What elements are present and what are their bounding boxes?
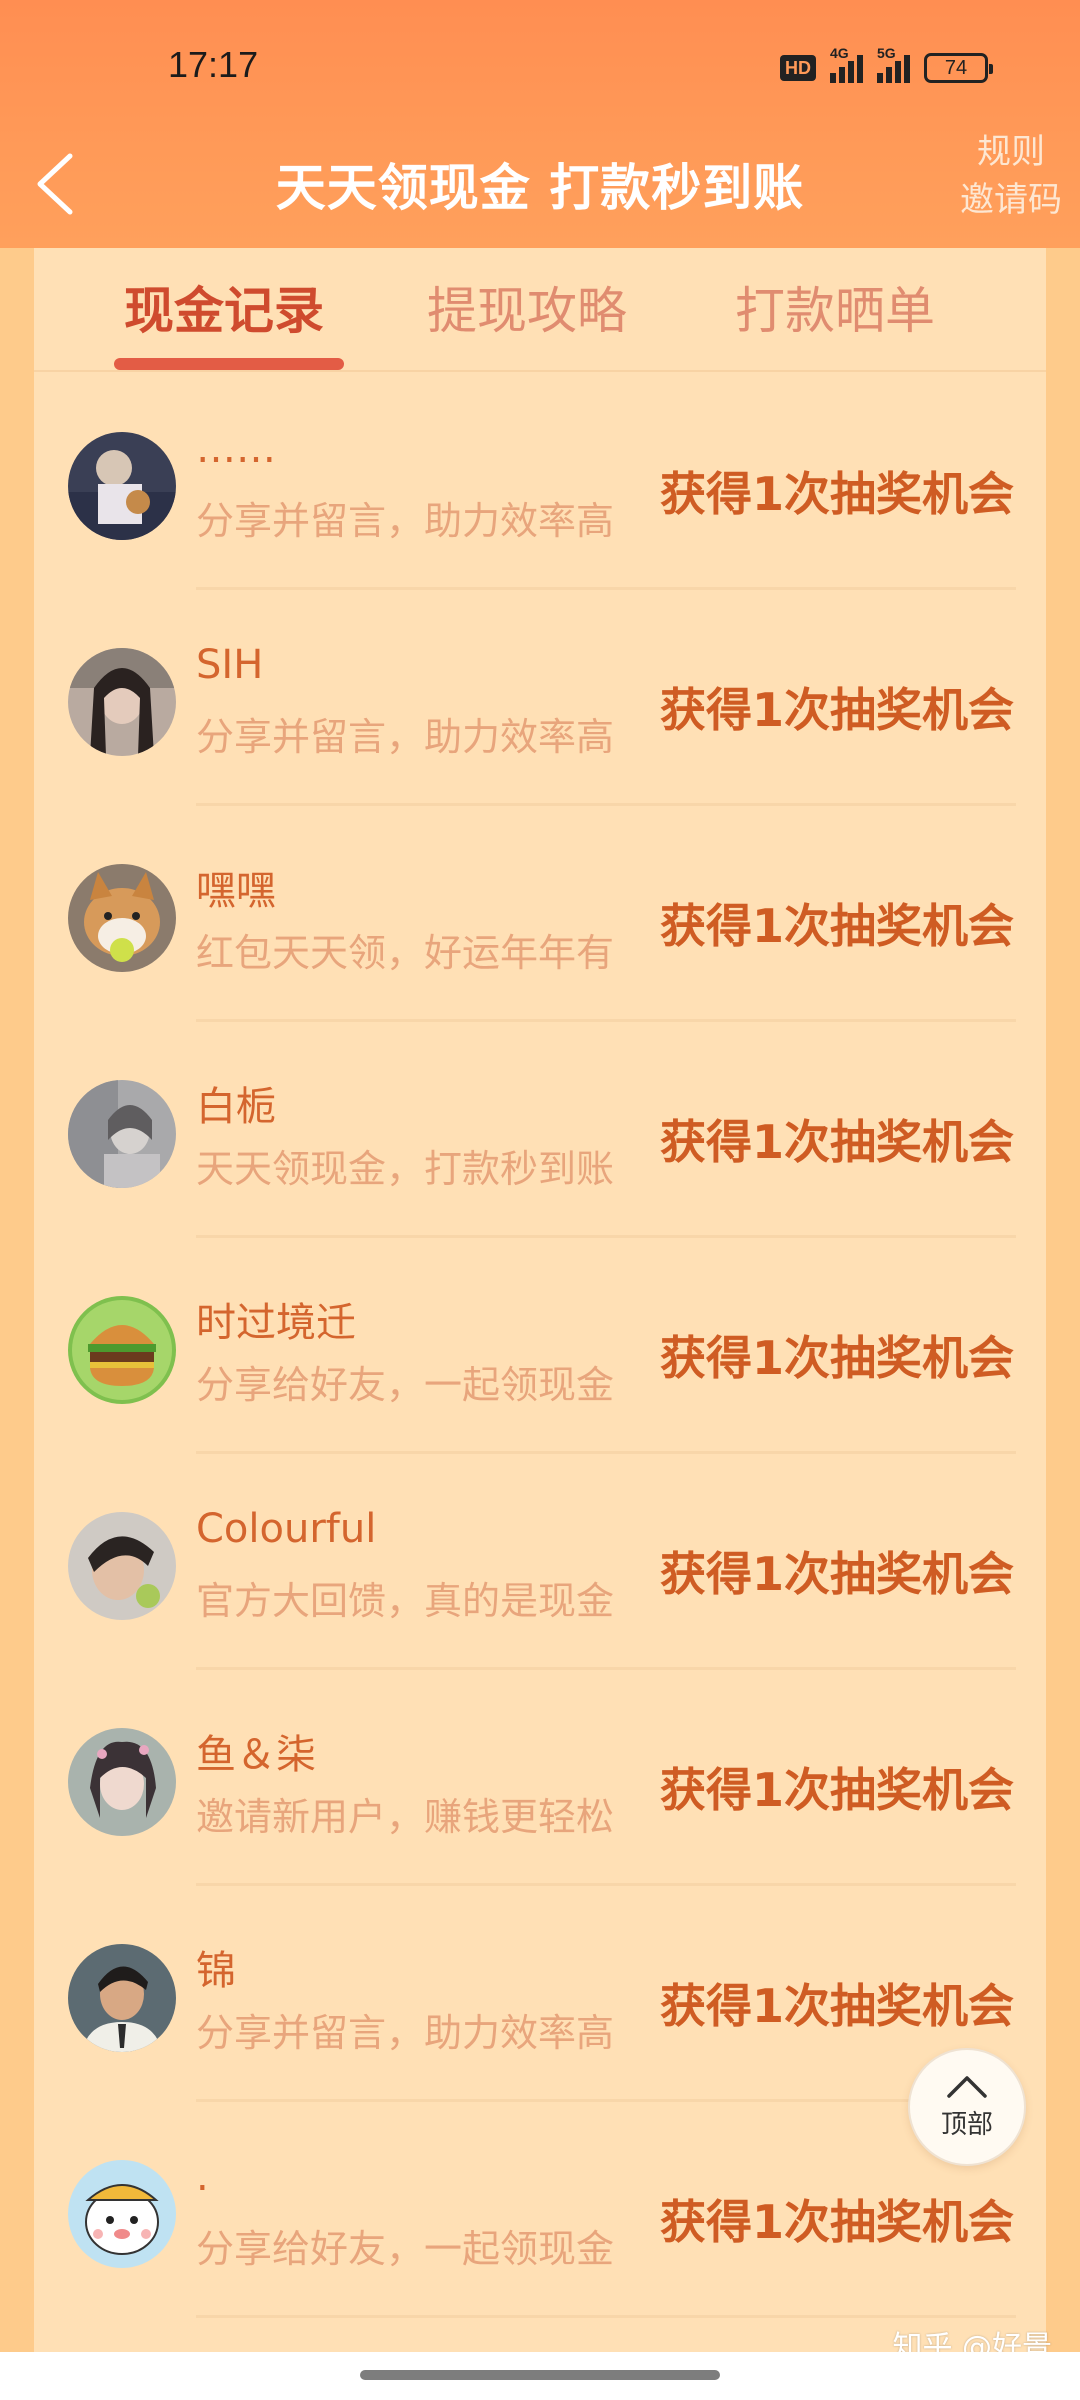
record-reward: 获得1次抽奖机会	[659, 1331, 1014, 1385]
record-name: 白栀	[196, 1084, 276, 1130]
record-row: 锦 分享并留言，助力效率高 获得1次抽奖机会	[34, 1886, 1046, 2102]
battery-level: 74	[944, 56, 968, 79]
header-links: 规则 邀请码	[960, 128, 1062, 224]
avatar	[68, 864, 176, 972]
record-desc: 分享给好友，一起领现金	[196, 1363, 615, 1407]
avatar	[68, 432, 176, 540]
tab-cash-records[interactable]: 现金记录	[94, 268, 354, 368]
avatar	[68, 2160, 176, 2268]
record-reward: 获得1次抽奖机会	[659, 1763, 1014, 1817]
record-row: SIH 分享并留言，助力效率高 获得1次抽奖机会	[34, 590, 1046, 806]
record-row: . 分享给好友，一起领现金 获得1次抽奖机会	[34, 2102, 1046, 2318]
record-row: …… 分享并留言，助力效率高 获得1次抽奖机会	[34, 374, 1046, 590]
invite-code-link[interactable]: 邀请码	[960, 176, 1062, 224]
record-reward: 获得1次抽奖机会	[659, 1979, 1014, 2033]
net-label-4g: 4G	[830, 45, 849, 61]
record-reward: 获得1次抽奖机会	[659, 2195, 1014, 2249]
tab-bar: 现金记录 提现攻略 打款晒单	[34, 248, 1046, 372]
status-icons: HD 4G 5G 74	[780, 45, 993, 86]
record-row: 鱼＆柒 邀请新用户，赚钱更轻松 获得1次抽奖机会	[34, 1670, 1046, 1886]
record-name: 时过境迁	[196, 1300, 356, 1346]
record-row: 时过境迁 分享给好友，一起领现金 获得1次抽奖机会	[34, 1238, 1046, 1454]
record-name: 鱼＆柒	[196, 1732, 316, 1778]
page-title: 天天领现金 打款秒到账	[275, 159, 805, 217]
rules-link[interactable]: 规则	[960, 128, 1062, 176]
signal-4g-icon: 4G	[830, 45, 863, 83]
record-reward: 获得1次抽奖机会	[659, 683, 1014, 737]
status-time: 17:17	[168, 44, 259, 85]
net-label-5g: 5G	[877, 45, 896, 61]
avatar	[68, 648, 176, 756]
record-desc: 红包天天领，好运年年有	[196, 931, 615, 975]
avatar	[68, 1728, 176, 1836]
record-desc: 天天领现金，打款秒到账	[196, 1147, 615, 1191]
header-bar: 17:17 HD 4G 5G 74 天天领现金 打款秒到账 规则 邀请码	[0, 0, 1080, 248]
record-name: .	[196, 2154, 209, 2200]
record-name: 锦	[196, 1948, 236, 1994]
avatar	[68, 1296, 176, 1404]
row-divider	[196, 2315, 1016, 2318]
avatar	[68, 1944, 176, 2052]
battery-icon: 74	[924, 53, 993, 83]
avatar	[68, 1080, 176, 1188]
record-reward: 获得1次抽奖机会	[659, 467, 1014, 521]
hd-badge: HD	[780, 55, 816, 81]
active-tab-indicator	[114, 358, 344, 370]
chevron-up-icon	[947, 2075, 987, 2098]
record-row: 嘿嘿 红包天天领，好运年年有 获得1次抽奖机会	[34, 806, 1046, 1022]
record-name: ……	[196, 426, 276, 472]
home-indicator[interactable]	[360, 2370, 720, 2380]
back-to-top-label: 顶部	[940, 2109, 993, 2140]
record-row: 白栀 天天领现金，打款秒到账 获得1次抽奖机会	[34, 1022, 1046, 1238]
avatar	[68, 1512, 176, 1620]
record-name: SIH	[196, 642, 264, 688]
back-to-top-button[interactable]: 顶部	[908, 2048, 1026, 2166]
records-card: 现金记录 提现攻略 打款晒单 …… 分享并留言，助力效率高 获得1次抽奖机会 S…	[34, 248, 1046, 2352]
tab-payout-showcase[interactable]: 打款晒单	[710, 268, 960, 368]
signal-5g-icon: 5G	[877, 45, 910, 83]
record-name: Colourful	[196, 1506, 377, 1552]
record-desc: 官方大回馈，真的是现金	[196, 1579, 615, 1623]
record-reward: 获得1次抽奖机会	[659, 899, 1014, 953]
record-desc: 分享给好友，一起领现金	[196, 2227, 615, 2271]
record-name: 嘿嘿	[196, 868, 276, 914]
record-reward: 获得1次抽奖机会	[659, 1115, 1014, 1169]
tab-withdraw-guide[interactable]: 提现攻略	[402, 268, 652, 368]
record-desc: 分享并留言，助力效率高	[196, 2011, 615, 2055]
record-desc: 邀请新用户，赚钱更轻松	[196, 1795, 615, 1839]
record-desc: 分享并留言，助力效率高	[196, 499, 615, 543]
record-row: Colourful 官方大回馈，真的是现金 获得1次抽奖机会	[34, 1454, 1046, 1670]
record-reward: 获得1次抽奖机会	[659, 1547, 1014, 1601]
record-desc: 分享并留言，助力效率高	[196, 715, 615, 759]
